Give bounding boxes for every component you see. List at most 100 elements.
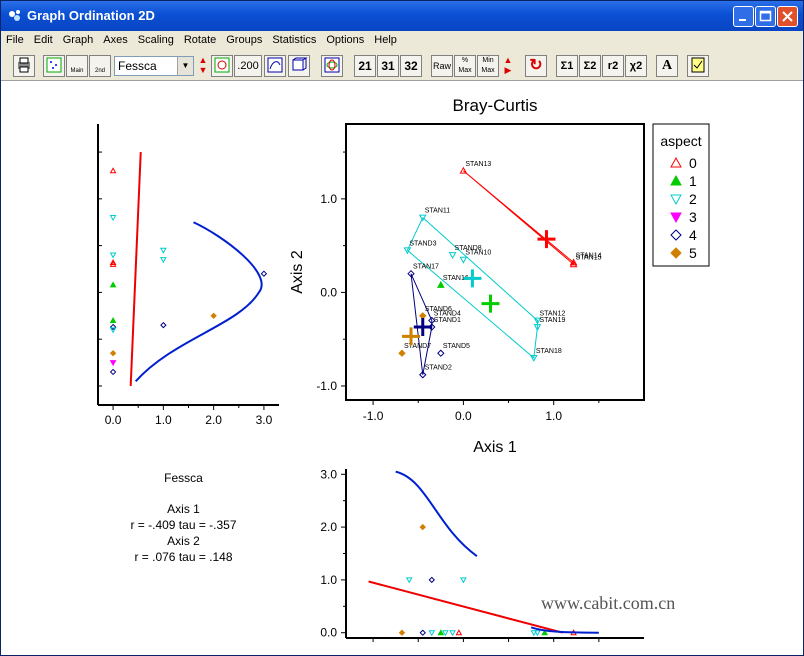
- point-label: STAND6: [425, 306, 452, 313]
- legend-label: 5: [689, 245, 697, 261]
- left-data-point: [109, 215, 117, 222]
- scaling-stepper[interactable]: ▲ ▶: [502, 55, 514, 77]
- point-label: STAND2: [425, 365, 452, 372]
- left-data-point: [109, 252, 117, 259]
- refresh-icon[interactable]: ↻: [525, 55, 547, 77]
- menu-item-edit[interactable]: Edit: [29, 31, 58, 46]
- left-x-tick-label: 2.0: [205, 413, 222, 427]
- legend-label: 3: [689, 209, 697, 225]
- 3d-icon[interactable]: [288, 55, 310, 77]
- r2-button[interactable]: r2: [602, 55, 624, 77]
- left-x-tick-label: 0.0: [105, 413, 122, 427]
- legend-title: aspect: [660, 133, 701, 149]
- left-data-point: [160, 247, 167, 254]
- y-tick-label: 1.0: [320, 192, 337, 206]
- bottom-data-point: [419, 629, 426, 636]
- bottom-smoothed-curve-lower: [530, 626, 599, 634]
- x-axis-label: Axis 1: [473, 439, 517, 456]
- scale-value-field[interactable]: .200: [234, 55, 262, 77]
- x-tick-label: 0.0: [455, 409, 472, 423]
- menu-item-axes[interactable]: Axes: [98, 31, 132, 46]
- x-tick-label: -1.0: [363, 409, 384, 423]
- left-data-point: [109, 350, 117, 357]
- bottom-data-point: [405, 577, 413, 584]
- axes-32-button[interactable]: 32: [400, 55, 422, 77]
- raw-button[interactable]: Raw: [431, 55, 453, 77]
- left-x-tick-label: 3.0: [256, 413, 273, 427]
- point-label: STAN10: [465, 250, 491, 257]
- bottom-data-point: [455, 629, 463, 636]
- point-label: STAN18: [536, 348, 562, 355]
- axes-21-button[interactable]: 21: [354, 55, 376, 77]
- chevron-down-icon[interactable]: ▼: [177, 57, 193, 75]
- bottom-data-point: [460, 577, 467, 584]
- left-data-point: [109, 368, 117, 376]
- menu-item-file[interactable]: File: [1, 31, 29, 46]
- bottom-y-tick-label: 3.0: [320, 467, 337, 481]
- stats-axis1-values: r = -.409 tau = -.357: [130, 518, 237, 532]
- main-plot-title: Bray-Curtis: [452, 96, 537, 115]
- point-label: STAN19: [539, 317, 565, 324]
- minimize-button[interactable]: [733, 6, 754, 27]
- menu-item-rotate[interactable]: Rotate: [179, 31, 221, 46]
- chi2-button[interactable]: χ2: [625, 55, 647, 77]
- scale-icon[interactable]: [211, 55, 233, 77]
- title-bar[interactable]: Graph Ordination 2D: [1, 1, 803, 31]
- point-label: STAN17: [413, 264, 439, 271]
- point-label: STAND7: [404, 343, 431, 350]
- menu-item-statistics[interactable]: Statistics: [267, 31, 321, 46]
- menu-item-help[interactable]: Help: [369, 31, 402, 46]
- bottom-data-point: [428, 576, 435, 584]
- app-window: Graph Ordination 2D File Edit Graph Axes Sca…: [0, 0, 804, 656]
- menu-item-scaling[interactable]: Scaling: [133, 31, 179, 46]
- pct-max-button[interactable]: % Max: [454, 55, 476, 77]
- second-matrix-icon[interactable]: 2nd: [89, 55, 111, 77]
- legend-label: 4: [689, 227, 697, 243]
- sum1-button[interactable]: Σ1: [556, 55, 578, 77]
- font-button[interactable]: A: [656, 55, 678, 77]
- sum2-button[interactable]: Σ2: [579, 55, 601, 77]
- left-x-tick-label: 1.0: [155, 413, 172, 427]
- scatter-icon[interactable]: [43, 55, 65, 77]
- maximize-button[interactable]: [755, 6, 776, 27]
- stats-axis2-values: r = .076 tau = .148: [134, 550, 233, 564]
- bottom-y-tick-label: 0.0: [320, 626, 337, 640]
- left-data-point: [109, 360, 117, 367]
- menu-item-options[interactable]: Options: [321, 31, 369, 46]
- notes-icon[interactable]: [687, 55, 709, 77]
- point-label: STAND5: [443, 343, 470, 350]
- min-max-button[interactable]: Min Max: [477, 55, 499, 77]
- point-label: STAN15: [576, 254, 602, 261]
- legend-label: 0: [689, 155, 697, 171]
- legend-label: 1: [689, 173, 697, 189]
- left-data-point: [109, 167, 117, 174]
- axes-31-button[interactable]: 31: [377, 55, 399, 77]
- variable-stepper[interactable]: ▲ ▼: [197, 55, 209, 77]
- watermark: www.cabit.com.cn: [541, 593, 676, 613]
- y-tick-label: 0.0: [320, 285, 337, 299]
- toolbar: Main 2nd Fessca ▼ ▲ ▼ .200 21 31 32 Raw %…: [1, 50, 803, 81]
- main-plot-frame: [345, 123, 645, 401]
- left-regression-line: [129, 152, 142, 387]
- menu-item-graph[interactable]: Graph: [58, 31, 99, 46]
- variable-select[interactable]: Fessca ▼: [114, 56, 194, 76]
- bottom-smoothed-curve-upper: [395, 470, 478, 557]
- overlay-icon[interactable]: [321, 55, 343, 77]
- bottom-data-point: [534, 630, 541, 637]
- rotate-icon[interactable]: [264, 55, 286, 77]
- bottom-y-tick-label: 1.0: [320, 573, 337, 587]
- y-axis-label: Axis 2: [289, 250, 306, 294]
- menu-item-groups[interactable]: Groups: [221, 31, 267, 46]
- window-title: Graph Ordination 2D: [27, 8, 155, 23]
- left-data-point: [210, 312, 217, 320]
- point-label: STAND1: [434, 317, 461, 324]
- print-icon[interactable]: [13, 55, 35, 77]
- point-label: STAN11: [425, 208, 451, 215]
- left-data-point: [160, 257, 167, 264]
- stats-variable: Fessca: [164, 471, 203, 485]
- main-matrix-icon[interactable]: Main: [66, 55, 88, 77]
- left-data-point: [160, 321, 167, 329]
- bottom-regression-line: [368, 580, 563, 634]
- stats-axis1-title: Axis 1: [167, 502, 200, 516]
- close-button[interactable]: [777, 6, 798, 27]
